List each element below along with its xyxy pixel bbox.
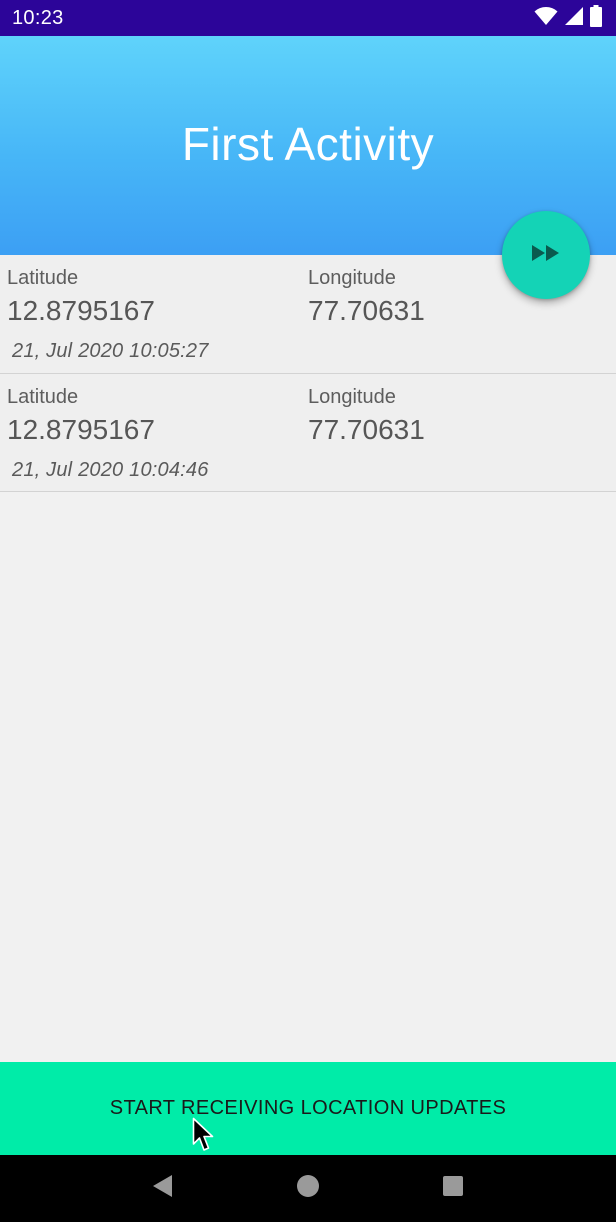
latitude-value: 12.8795167 [7,414,155,445]
home-button[interactable] [288,1169,328,1209]
status-time: 10:23 [12,6,64,29]
latitude-column: Latitude 12.8795167 [7,384,155,448]
home-icon [296,1174,320,1203]
latitude-value: 12.8795167 [7,295,155,326]
recents-icon [442,1175,464,1202]
longitude-value: 77.70631 [308,414,425,445]
status-bar: 10:23 [0,0,616,36]
signal-icon [564,6,584,31]
app-screen: 10:23 First Activity Latitude 12.8795167… [0,0,616,1222]
latitude-column: Latitude 12.8795167 [7,265,155,329]
navigation-bar [0,1155,616,1222]
longitude-label: Longitude [308,386,396,408]
fast-forward-button[interactable] [502,211,590,299]
wifi-icon [534,6,558,31]
back-icon [152,1174,174,1203]
timestamp: 21, Jul 2020 10:04:46 [12,459,209,481]
latitude-label: Latitude [7,386,79,408]
back-button[interactable] [143,1169,183,1209]
fast-forward-icon [531,244,561,267]
latitude-label: Latitude [7,267,79,289]
longitude-label: Longitude [308,267,396,289]
mouse-cursor-icon [192,1117,216,1158]
timestamp: 21, Jul 2020 10:05:27 [12,340,209,362]
longitude-column: Longitude 77.70631 [308,265,425,329]
battery-icon [590,4,602,32]
longitude-value: 77.70631 [308,295,425,326]
list-item[interactable]: Latitude 12.8795167 Longitude 77.70631 2… [0,374,616,492]
status-icons [534,4,602,32]
recents-button[interactable] [433,1169,473,1209]
page-title: First Activity [181,117,435,170]
longitude-column: Longitude 77.70631 [308,384,425,448]
start-location-updates-button[interactable]: START RECEIVING LOCATION UPDATES [0,1062,616,1155]
